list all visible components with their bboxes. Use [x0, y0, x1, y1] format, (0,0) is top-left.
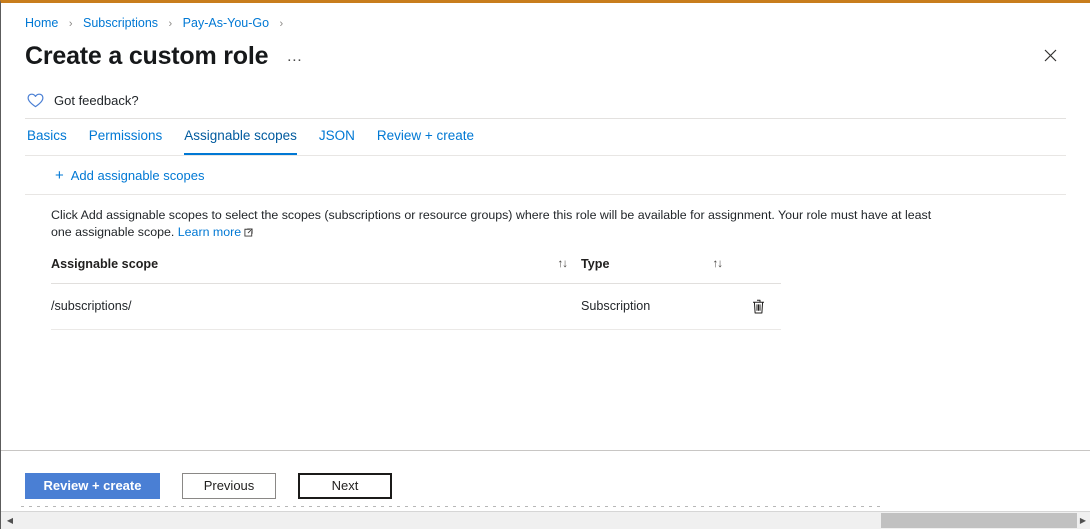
page-title: Create a custom role: [25, 42, 269, 70]
column-header-type-label: Type: [581, 257, 610, 271]
assignable-scopes-table: Assignable scope ↑↓ Type ↑↓ /subscriptio…: [51, 257, 781, 330]
trash-icon: [753, 299, 764, 313]
next-button[interactable]: Next: [298, 472, 392, 499]
sort-toggle-icon[interactable]: ↑↓: [558, 258, 568, 270]
review-create-button[interactable]: Review + create: [25, 472, 160, 499]
plus-icon: +: [55, 166, 64, 184]
heart-icon: [27, 93, 44, 107]
tab-json[interactable]: JSON: [319, 128, 355, 155]
breadcrumb-item-subscriptions[interactable]: Subscriptions: [83, 16, 158, 30]
scrollbar-thumb[interactable]: [881, 513, 1077, 528]
delete-scope-button[interactable]: [748, 295, 770, 317]
azure-blade: Home › Subscriptions › Pay-As-You-Go › C…: [1, 3, 1090, 506]
feedback-label: Got feedback?: [54, 92, 139, 108]
tab-basics[interactable]: Basics: [27, 128, 67, 155]
description-text: Click Add assignable scopes to select th…: [1, 195, 951, 241]
blade-footer: Review + create Previous Next: [1, 450, 1090, 506]
title-row: Create a custom role …: [1, 32, 1090, 72]
breadcrumb-item-home[interactable]: Home: [25, 16, 58, 30]
horizontal-scrollbar[interactable]: ◀ ▶: [1, 511, 1090, 529]
tab-assignable-scopes[interactable]: Assignable scopes: [184, 128, 297, 155]
table-row[interactable]: /subscriptions/ Subscription: [51, 283, 781, 330]
add-assignable-scopes-label: Add assignable scopes: [70, 167, 205, 183]
column-header-type[interactable]: Type ↑↓: [581, 257, 736, 284]
column-header-assignable-scope[interactable]: Assignable scope ↑↓: [51, 257, 581, 284]
cell-assignable-scope: /subscriptions/: [51, 283, 581, 330]
add-assignable-scopes-button[interactable]: + Add assignable scopes: [51, 165, 208, 186]
browser-window: Home › Subscriptions › Pay-As-You-Go › C…: [0, 0, 1090, 529]
tab-permissions[interactable]: Permissions: [89, 128, 163, 155]
command-bar: + Add assignable scopes: [1, 156, 1090, 186]
more-options-icon[interactable]: …: [284, 46, 306, 68]
cell-actions: [736, 283, 781, 330]
breadcrumb-separator-icon: ›: [168, 18, 173, 30]
tab-review-create[interactable]: Review + create: [377, 128, 474, 155]
tab-bar: Basics Permissions Assignable scopes JSO…: [1, 119, 1090, 155]
scroll-right-arrow-icon[interactable]: ▶: [1076, 512, 1090, 529]
cell-type: Subscription: [581, 283, 736, 330]
breadcrumb: Home › Subscriptions › Pay-As-You-Go ›: [1, 3, 1090, 32]
column-header-assignable-scope-label: Assignable scope: [51, 257, 159, 271]
breadcrumb-item-pay-as-you-go[interactable]: Pay-As-You-Go: [183, 16, 269, 30]
learn-more-link[interactable]: Learn more: [178, 225, 241, 239]
previous-button[interactable]: Previous: [182, 472, 276, 499]
scroll-left-arrow-icon[interactable]: ◀: [3, 512, 17, 529]
table-header-row: Assignable scope ↑↓ Type ↑↓: [51, 257, 781, 284]
sort-toggle-icon[interactable]: ↑↓: [713, 258, 723, 270]
close-icon: [1044, 49, 1056, 61]
external-link-icon: [244, 228, 253, 237]
breadcrumb-separator-icon: ›: [68, 18, 73, 30]
column-header-actions: [736, 257, 781, 284]
close-blade-button[interactable]: [1036, 41, 1064, 69]
breadcrumb-separator-icon: ›: [279, 18, 284, 30]
feedback-row[interactable]: Got feedback?: [1, 72, 1090, 108]
